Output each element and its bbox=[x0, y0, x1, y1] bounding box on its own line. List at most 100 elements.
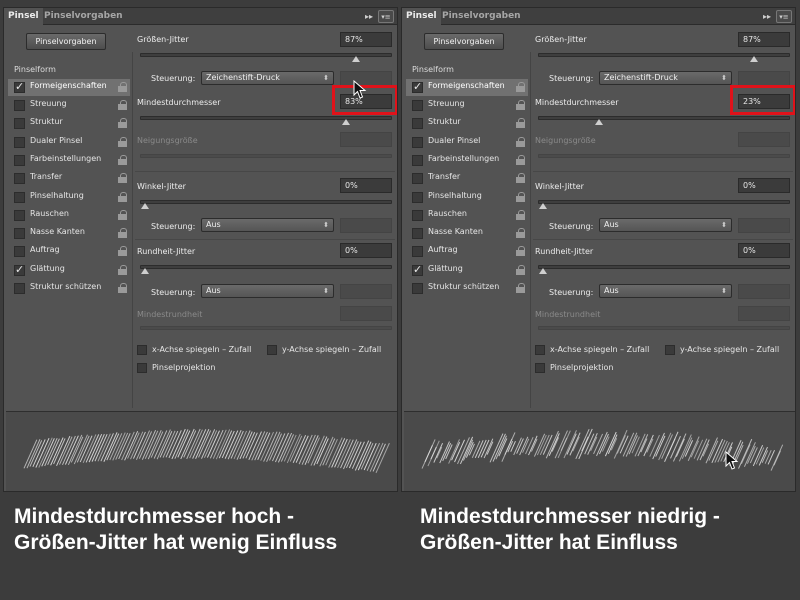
sidebar-item-farbeinstellungen[interactable]: Farbeinstellungen bbox=[8, 152, 130, 169]
sidebar-title[interactable]: Pinselform bbox=[412, 65, 454, 74]
checkbox[interactable] bbox=[14, 118, 25, 129]
size-jitter-field[interactable]: 87% bbox=[738, 32, 790, 47]
checkbox[interactable] bbox=[665, 345, 675, 355]
checkbox[interactable] bbox=[535, 345, 545, 355]
angle-jitter-slider[interactable] bbox=[140, 200, 392, 209]
checkbox[interactable] bbox=[412, 228, 423, 239]
checkbox[interactable] bbox=[412, 210, 423, 221]
lock-icon[interactable] bbox=[516, 246, 525, 256]
lock-icon[interactable] bbox=[118, 118, 127, 128]
lock-icon[interactable] bbox=[516, 155, 525, 165]
brush-presets-button[interactable]: Pinselvorgaben bbox=[424, 33, 504, 50]
tab-pinsel[interactable]: Pinsel bbox=[4, 8, 43, 25]
roundness-jitter-field[interactable]: 0% bbox=[738, 243, 790, 258]
control3-dropdown[interactable]: Aus ⬍ bbox=[201, 284, 334, 298]
checkbox[interactable] bbox=[14, 263, 25, 276]
brush-presets-button[interactable]: Pinselvorgaben bbox=[26, 33, 106, 50]
min-diameter-slider[interactable] bbox=[538, 116, 790, 125]
sidebar-item-pinselhaltung[interactable]: Pinselhaltung bbox=[406, 189, 528, 206]
checkbox[interactable] bbox=[412, 155, 423, 166]
lock-icon[interactable] bbox=[118, 210, 127, 220]
sidebar-item-auftrag[interactable]: Auftrag bbox=[406, 243, 528, 260]
lock-icon[interactable] bbox=[118, 246, 127, 256]
sidebar-item-nasse-kanten[interactable]: Nasse Kanten bbox=[8, 225, 130, 242]
lock-icon[interactable] bbox=[516, 137, 525, 147]
lock-icon[interactable] bbox=[516, 82, 525, 92]
sidebar-item-struktur[interactable]: Struktur bbox=[406, 115, 528, 132]
collapse-panel-icon[interactable]: ▸▸ bbox=[363, 10, 375, 23]
roundness-jitter-slider[interactable] bbox=[140, 265, 392, 274]
lock-icon[interactable] bbox=[516, 173, 525, 183]
panel-menu-icon[interactable]: ▾≡ bbox=[776, 10, 792, 23]
roundness-jitter-field[interactable]: 0% bbox=[340, 243, 392, 258]
control1-dropdown[interactable]: Zeichenstift-Druck ⬍ bbox=[599, 71, 732, 85]
sidebar-title[interactable]: Pinselform bbox=[14, 65, 56, 74]
control3-extra-field[interactable] bbox=[738, 284, 790, 299]
slider-thumb[interactable] bbox=[351, 56, 360, 62]
checkbox[interactable] bbox=[412, 192, 423, 203]
slider-thumb[interactable] bbox=[594, 119, 603, 125]
checkbox[interactable] bbox=[14, 210, 25, 221]
checkbox[interactable] bbox=[137, 363, 147, 373]
control2-dropdown[interactable]: Aus ⬍ bbox=[201, 218, 334, 232]
sidebar-item-transfer[interactable]: Transfer bbox=[8, 170, 130, 187]
lock-icon[interactable] bbox=[516, 100, 525, 110]
control3-dropdown[interactable]: Aus ⬍ bbox=[599, 284, 732, 298]
roundness-jitter-slider[interactable] bbox=[538, 265, 790, 274]
checkbox[interactable] bbox=[412, 100, 423, 111]
checkbox[interactable] bbox=[14, 228, 25, 239]
sidebar-item-pinselhaltung[interactable]: Pinselhaltung bbox=[8, 189, 130, 206]
size-jitter-field[interactable]: 87% bbox=[340, 32, 392, 47]
control1-extra-field[interactable] bbox=[738, 71, 790, 86]
sidebar-item-farbeinstellungen[interactable]: Farbeinstellungen bbox=[406, 152, 528, 169]
control2-extra-field[interactable] bbox=[340, 218, 392, 233]
slider-thumb[interactable] bbox=[141, 203, 149, 209]
lock-icon[interactable] bbox=[516, 192, 525, 202]
checkbox[interactable] bbox=[412, 246, 423, 257]
control2-dropdown[interactable]: Aus ⬍ bbox=[599, 218, 732, 232]
lock-icon[interactable] bbox=[118, 155, 127, 165]
sidebar-item-glaettung[interactable]: Glättung bbox=[8, 262, 130, 279]
lock-icon[interactable] bbox=[516, 265, 525, 275]
checkbox[interactable] bbox=[412, 118, 423, 129]
slider-thumb[interactable] bbox=[539, 203, 547, 209]
checkbox[interactable] bbox=[14, 137, 25, 148]
tab-pinselvorgaben[interactable]: Pinselvorgaben bbox=[40, 8, 127, 25]
sidebar-item-glaettung[interactable]: Glättung bbox=[406, 262, 528, 279]
collapse-panel-icon[interactable]: ▸▸ bbox=[761, 10, 773, 23]
checkbox[interactable] bbox=[14, 100, 25, 111]
lock-icon[interactable] bbox=[516, 118, 525, 128]
lock-icon[interactable] bbox=[118, 137, 127, 147]
checkbox[interactable] bbox=[14, 283, 25, 294]
min-diameter-slider[interactable] bbox=[140, 116, 392, 125]
size-jitter-slider[interactable] bbox=[140, 53, 392, 62]
panel-menu-icon[interactable]: ▾≡ bbox=[378, 10, 394, 23]
checkbox[interactable] bbox=[412, 173, 423, 184]
lock-icon[interactable] bbox=[118, 192, 127, 202]
sidebar-item-transfer[interactable]: Transfer bbox=[406, 170, 528, 187]
lock-icon[interactable] bbox=[118, 100, 127, 110]
lock-icon[interactable] bbox=[118, 265, 127, 275]
sidebar-item-dualer-pinsel[interactable]: Dualer Pinsel bbox=[406, 134, 528, 151]
checkbox[interactable] bbox=[412, 137, 423, 148]
checkbox[interactable] bbox=[14, 155, 25, 166]
lock-icon[interactable] bbox=[516, 228, 525, 238]
checkbox[interactable] bbox=[535, 363, 545, 373]
slider-thumb[interactable] bbox=[749, 56, 758, 62]
checkbox[interactable] bbox=[14, 192, 25, 203]
lock-icon[interactable] bbox=[118, 228, 127, 238]
sidebar-item-dualer-pinsel[interactable]: Dualer Pinsel bbox=[8, 134, 130, 151]
slider-thumb[interactable] bbox=[539, 268, 547, 274]
lock-icon[interactable] bbox=[516, 283, 525, 293]
sidebar-item-formeigenschaften[interactable]: Formeigenschaften bbox=[406, 79, 528, 96]
control3-extra-field[interactable] bbox=[340, 284, 392, 299]
slider-thumb[interactable] bbox=[141, 268, 149, 274]
checkbox[interactable] bbox=[267, 345, 277, 355]
angle-jitter-field[interactable]: 0% bbox=[738, 178, 790, 193]
slider-thumb[interactable] bbox=[341, 119, 350, 125]
sidebar-item-formeigenschaften[interactable]: Formeigenschaften bbox=[8, 79, 130, 96]
sidebar-item-auftrag[interactable]: Auftrag bbox=[8, 243, 130, 260]
checkbox[interactable] bbox=[412, 263, 423, 276]
sidebar-item-streuung[interactable]: Streuung bbox=[8, 97, 130, 114]
checkbox[interactable] bbox=[14, 80, 25, 93]
